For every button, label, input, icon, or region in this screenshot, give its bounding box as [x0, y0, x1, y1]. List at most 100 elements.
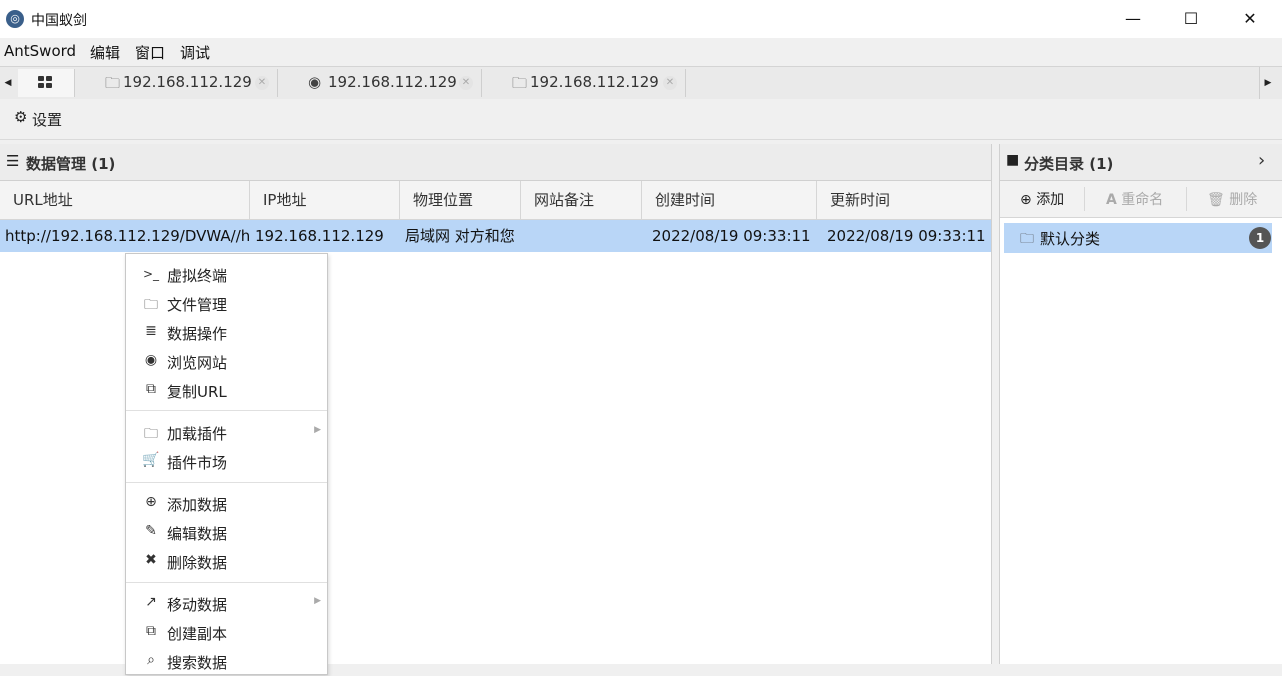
menu-item-label: 复制URL	[167, 383, 227, 401]
delete-label: 删除	[1229, 192, 1258, 208]
database-icon: ≣	[145, 323, 157, 339]
menu-item-label: 虚拟终端	[167, 267, 228, 285]
plus-circle-icon: ⊕	[145, 494, 157, 510]
count-badge: 1	[1249, 227, 1271, 249]
settings-label: 设置	[32, 111, 63, 129]
tab-close-icon[interactable]: ✕	[255, 76, 269, 90]
submenu-arrow-icon: ▶	[314, 596, 321, 606]
maximize-button[interactable]: ☐	[1162, 0, 1220, 38]
window-title: 中国蚁剑	[31, 13, 87, 29]
panel-header: ☰ 数据管理 (1)	[0, 144, 991, 181]
menu-item-edit-data[interactable]: ✎ 编辑数据	[126, 518, 327, 547]
menu-item-database[interactable]: ≣ 数据操作	[126, 318, 327, 347]
category-label: 默认分类	[1040, 230, 1101, 248]
menu-item-label: 创建副本	[167, 625, 228, 643]
menu-item-label: 添加数据	[167, 496, 228, 514]
tab-label: 192.168.112.129	[123, 73, 252, 91]
column-header-updated[interactable]: 更新时间	[817, 181, 991, 219]
tab-file-manager[interactable]: 🗀 192.168.112.129 ✕	[75, 69, 278, 97]
toolbar: ⚙ 设置	[0, 99, 1282, 140]
column-header-created[interactable]: 创建时间	[642, 181, 817, 219]
column-header-url[interactable]: URL地址	[0, 181, 250, 219]
edit-icon: ✎	[145, 523, 157, 539]
divider	[1084, 187, 1085, 211]
menu-item-copy-url[interactable]: ⧉ 复制URL	[126, 376, 327, 405]
menu-edit[interactable]: 编辑	[90, 42, 120, 63]
menu-bar: AntSword 编辑 窗口 调试	[0, 38, 1282, 66]
rename-category-button[interactable]: A 重命名	[1106, 189, 1163, 209]
cell-url: http://192.168.112.129/DVWA//hackable/up…	[5, 227, 249, 245]
close-button[interactable]: ✕	[1221, 0, 1279, 38]
menu-antsword[interactable]: AntSword	[4, 42, 76, 60]
search-icon: ⌕	[147, 652, 155, 668]
cell-updated: 2022/08/19 09:33:11	[827, 227, 986, 245]
folder-filled-icon: ■	[1006, 152, 1020, 168]
menu-separator	[126, 582, 327, 583]
delete-category-button[interactable]: 🗑 删除	[1207, 189, 1257, 209]
context-menu: >_ 虚拟终端 🗀 文件管理 ≣ 数据操作 ◉ 浏览网站 ⧉ 复制URL 🗀 加…	[125, 253, 328, 675]
grid-header: URL地址 IP地址 物理位置 网站备注 创建时间 更新时间	[0, 181, 991, 220]
menu-item-load-plugin[interactable]: 🗀 加载插件 ▶	[126, 418, 327, 447]
cell-ip: 192.168.112.129	[255, 227, 384, 245]
menu-item-virtual-terminal[interactable]: >_ 虚拟终端	[126, 260, 327, 289]
menu-item-label: 移动数据	[167, 596, 228, 614]
submenu-arrow-icon: ▶	[314, 425, 321, 435]
menu-item-label: 文件管理	[167, 296, 228, 314]
tab-home[interactable]	[18, 69, 75, 97]
tab-close-icon[interactable]: ✕	[459, 76, 473, 90]
collapse-chevron-icon[interactable]: ›	[1258, 150, 1265, 171]
menu-item-file-manager[interactable]: 🗀 文件管理	[126, 289, 327, 318]
menu-item-delete-data[interactable]: ✖ 删除数据	[126, 547, 327, 576]
folder-icon: 🗀	[1020, 231, 1034, 247]
category-item-default[interactable]: 🗀 默认分类 1	[1004, 223, 1272, 253]
panel-title: 数据管理 (1)	[26, 155, 116, 173]
menu-item-move-data[interactable]: ↗ 移动数据 ▶	[126, 589, 327, 618]
column-header-location[interactable]: 物理位置	[400, 181, 521, 219]
category-toolbar: ⊕ 添加 A 重命名 🗑 删除	[1000, 181, 1282, 218]
cell-note	[526, 220, 641, 252]
add-label: 添加	[1036, 192, 1065, 208]
menu-item-search-data[interactable]: ⌕ 搜索数据	[126, 647, 327, 676]
folder-icon: 🗀	[512, 74, 528, 92]
menu-item-create-copy[interactable]: ⧉ 创建副本	[126, 618, 327, 647]
table-row[interactable]: http://192.168.112.129/DVWA//hackable/up…	[0, 220, 991, 252]
tab-scroll-right-button[interactable]: ▶	[1259, 67, 1276, 99]
minimize-button[interactable]: —	[1104, 0, 1162, 38]
home-grid-icon	[38, 76, 52, 88]
menu-item-browse-site[interactable]: ◉ 浏览网站	[126, 347, 327, 376]
menu-separator	[126, 482, 327, 483]
divider	[1186, 187, 1187, 211]
panel-header: ■ 分类目录 (1) ›	[1000, 144, 1282, 181]
cell-location: 局域网 对方和您	[405, 227, 515, 245]
folder-icon: 🗀	[105, 74, 121, 92]
tab-close-icon[interactable]: ✕	[663, 76, 677, 90]
tab-scroll-left-button[interactable]: ◀	[0, 67, 16, 99]
chrome-icon: ◉	[144, 352, 158, 368]
menu-item-plugin-market[interactable]: 🛒 插件市场	[126, 447, 327, 476]
menu-item-add-data[interactable]: ⊕ 添加数据	[126, 489, 327, 518]
copy-icon: ⧉	[146, 381, 156, 397]
chrome-icon: ◉	[308, 73, 322, 91]
category-panel: ■ 分类目录 (1) › ⊕ 添加 A 重命名 🗑 删除 🗀 默认分类 1	[999, 144, 1282, 664]
tab-label: 192.168.112.129	[328, 73, 457, 91]
terminal-icon: >_	[142, 267, 160, 281]
copy-icon: ⧉	[146, 623, 156, 639]
menu-debug[interactable]: 调试	[180, 42, 210, 63]
rename-label: 重命名	[1121, 192, 1164, 208]
menu-window[interactable]: 窗口	[135, 42, 165, 63]
column-header-ip[interactable]: IP地址	[250, 181, 400, 219]
plus-circle-icon: ⊕	[1020, 192, 1032, 208]
tab-browse-site[interactable]: ◉ 192.168.112.129 ✕	[278, 69, 482, 97]
menu-item-label: 搜索数据	[167, 654, 228, 672]
panel-title: 分类目录 (1)	[1024, 155, 1114, 173]
list-icon: ☰	[6, 152, 20, 170]
column-header-note[interactable]: 网站备注	[521, 181, 642, 219]
font-a-icon: A	[1106, 192, 1117, 208]
menu-item-label: 删除数据	[167, 554, 228, 572]
trash-icon: 🗑	[1207, 192, 1225, 208]
folder-icon: 🗀	[144, 426, 158, 442]
tab-file-manager-2[interactable]: 🗀 192.168.112.129 ✕	[482, 69, 686, 97]
cross-icon: ✖	[145, 552, 157, 568]
menu-item-label: 浏览网站	[167, 354, 228, 372]
add-category-button[interactable]: ⊕ 添加	[1020, 189, 1064, 209]
